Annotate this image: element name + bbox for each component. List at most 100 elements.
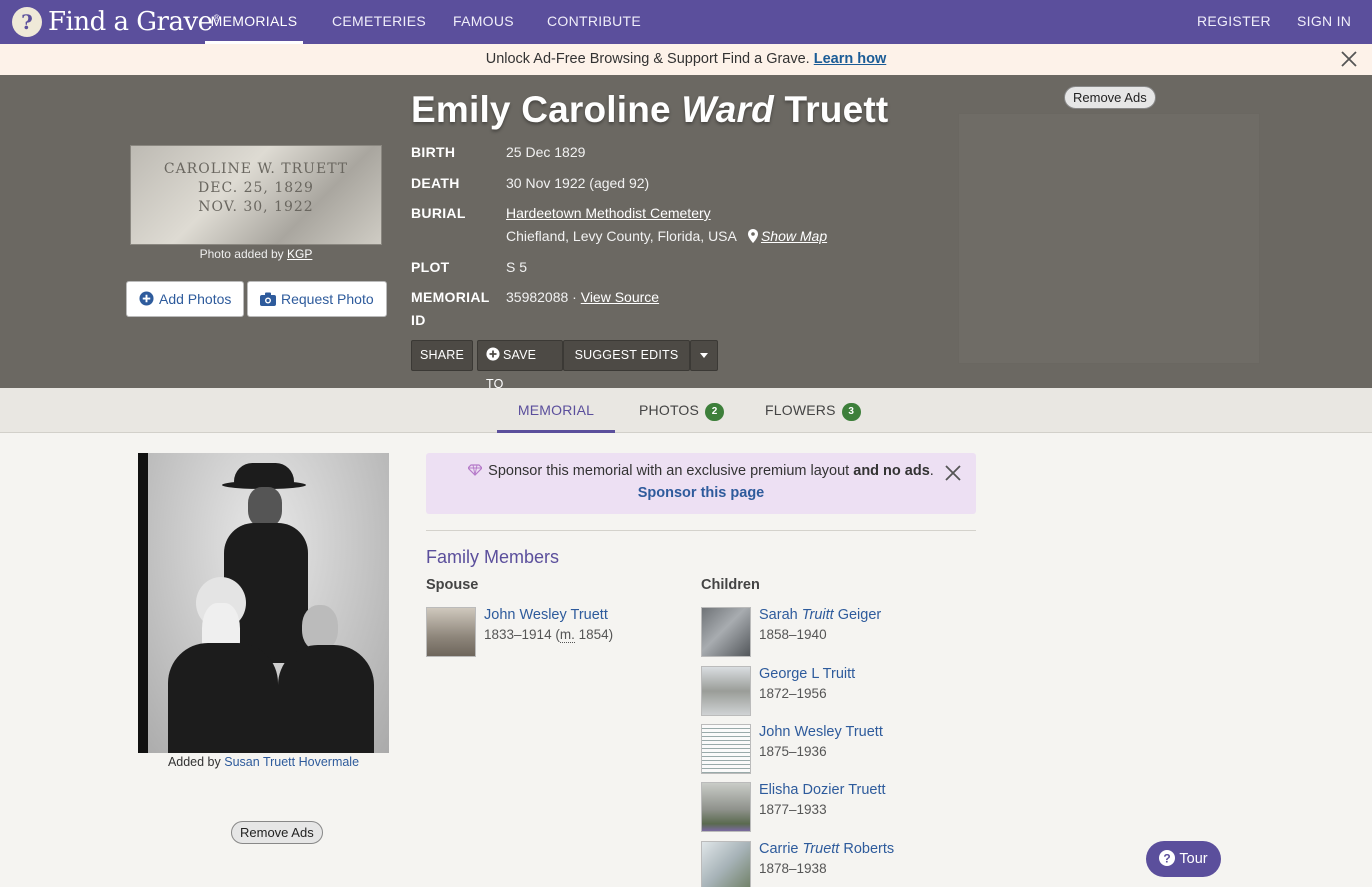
memorial-id-label: MEMORIAL <box>411 289 490 305</box>
logo-text: Find a Grave <box>48 7 213 37</box>
spouse-dates: 1833–1914 ( <box>484 627 560 642</box>
married-abbr: m. <box>559 627 575 643</box>
diamond-icon <box>467 464 484 476</box>
engraving-line: CAROLINE W. TRUETT <box>163 161 349 177</box>
children-heading: Children <box>701 577 760 593</box>
death-value: 30 Nov 1922 (aged 92) <box>506 175 650 191</box>
child-item[interactable]: Elisha Dozier Truett 1877–1933 <box>701 782 961 832</box>
added-by-label: Added by <box>167 755 221 769</box>
marriage-year: 1854) <box>574 627 614 642</box>
headstone-photo[interactable]: CAROLINE W. TRUETT DEC. 25, 1829 NOV. 30… <box>130 145 382 245</box>
section-divider <box>426 530 976 531</box>
request-photo-button[interactable]: Request Photo <box>247 281 387 317</box>
save-to-button[interactable]: SAVE TO <box>477 340 563 391</box>
engraving-line: DEC. 25, 1829 <box>198 180 314 196</box>
child-dates: 1858–1940 <box>759 627 827 642</box>
birth-value: 25 Dec 1829 <box>506 144 586 160</box>
child-name: George L Truitt <box>759 666 856 682</box>
spouse-heading: Spouse <box>426 577 479 593</box>
name-last: Truett <box>784 89 889 130</box>
tab-photos-label: PHOTOS <box>639 402 700 418</box>
tab-flowers[interactable]: FLOWERS 3 <box>765 388 861 433</box>
tab-photos[interactable]: PHOTOS 2 <box>639 388 725 433</box>
request-photo-label: Request Photo <box>281 291 374 307</box>
engraving-line: NOV. 30, 1922 <box>198 199 314 215</box>
sponsor-text: Sponsor this memorial with an exclusive … <box>488 463 850 479</box>
suggest-edits-button[interactable]: SUGGEST EDITS <box>563 340 690 371</box>
child-maiden-name: Truitt <box>801 607 834 623</box>
photos-count-badge: 2 <box>705 403 725 421</box>
sponsor-end: . <box>929 463 934 479</box>
view-source-link[interactable]: View Source <box>581 289 659 305</box>
child-item[interactable]: Sarah Truitt Geiger 1858–1940 <box>701 607 961 657</box>
remove-ads-button-bottom[interactable]: Remove Ads <box>231 821 323 844</box>
name-first: Emily Caroline <box>411 89 671 130</box>
plot-value: S 5 <box>506 259 528 275</box>
add-photos-label: Add Photos <box>159 291 232 307</box>
close-icon[interactable] <box>1340 50 1358 68</box>
caret-down-icon <box>700 353 708 358</box>
nav-cemeteries[interactable]: CEMETERIES <box>332 0 426 44</box>
birth-label: BIRTH <box>411 144 456 160</box>
burial-label: BURIAL <box>411 205 466 221</box>
top-navigation: ? Find a Grave® MEMORIALS CEMETERIES FAM… <box>0 0 1372 44</box>
child-last-name: Geiger <box>837 607 882 623</box>
question-circle-icon: ? <box>1159 850 1176 866</box>
spouse-name: John Wesley Truett <box>484 607 608 623</box>
plus-circle-icon <box>486 347 500 361</box>
spouse-item[interactable]: John Wesley Truett 1833–1914 (m. 1854) <box>426 607 686 657</box>
tour-button[interactable]: ? Tour <box>1146 841 1221 877</box>
child-thumbnail <box>701 607 751 657</box>
nav-famous[interactable]: FAMOUS <box>453 0 514 44</box>
promo-banner: Unlock Ad-Free Browsing & Support Find a… <box>0 44 1372 75</box>
child-dates: 1878–1938 <box>759 861 827 876</box>
child-item[interactable]: Carrie Truett Roberts 1878–1938 <box>701 841 961 887</box>
family-photo[interactable] <box>138 453 389 753</box>
child-dates: 1875–1936 <box>759 744 827 759</box>
sign-in-link[interactable]: SIGN IN <box>1297 0 1351 44</box>
sponsor-banner: Sponsor this memorial with an exclusive … <box>426 453 976 514</box>
tab-memorial[interactable]: MEMORIAL <box>497 388 615 433</box>
remove-ads-button[interactable]: Remove Ads <box>1064 86 1156 109</box>
more-actions-dropdown[interactable] <box>690 340 718 371</box>
child-item[interactable]: John Wesley Truett 1875–1936 <box>701 724 961 774</box>
sponsor-this-page-link[interactable]: Sponsor this page <box>426 485 976 501</box>
tour-label: Tour <box>1179 851 1208 867</box>
nav-memorials[interactable]: MEMORIALS <box>205 0 303 44</box>
sponsor-bold-text: and no ads <box>853 463 930 479</box>
photo-caption: Photo added by KGP <box>130 247 382 261</box>
spouse-thumbnail <box>426 607 476 657</box>
added-by-user-link[interactable]: Susan Truett Hovermale <box>224 755 359 769</box>
svg-text:?: ? <box>1164 852 1171 866</box>
photo-caption-label: Photo added by <box>199 247 284 261</box>
child-name: John Wesley Truett <box>759 724 883 740</box>
child-last-name: Roberts <box>843 841 895 857</box>
show-map-link[interactable]: Show Map <box>761 228 827 244</box>
ad-placeholder <box>958 113 1260 364</box>
learn-how-link[interactable]: Learn how <box>814 51 887 67</box>
register-link[interactable]: REGISTER <box>1197 0 1271 44</box>
add-photos-button[interactable]: Add Photos <box>126 281 245 317</box>
child-thumbnail <box>701 782 751 832</box>
plus-circle-icon <box>139 291 154 306</box>
share-button[interactable]: SHARE <box>411 340 474 371</box>
close-icon[interactable] <box>944 464 962 482</box>
promo-text: Unlock Ad-Free Browsing & Support Find a… <box>485 51 810 67</box>
camera-icon <box>260 292 276 306</box>
child-thumbnail <box>701 724 751 774</box>
family-members-heading: Family Members <box>426 547 560 567</box>
child-item[interactable]: George L Truitt 1872–1956 <box>701 666 961 716</box>
memorial-name: Emily Caroline Ward Truett <box>411 89 888 131</box>
child-first-name: Carrie <box>759 841 799 857</box>
photo-added-by-user[interactable]: KGP <box>287 247 312 261</box>
cemetery-link[interactable]: Hardeetown Methodist Cemetery <box>506 205 711 221</box>
child-thumbnail <box>701 841 751 887</box>
name-maiden: Ward <box>681 89 774 130</box>
child-name: Elisha Dozier Truett <box>759 782 886 798</box>
burial-location: Chiefland, Levy County, Florida, USA <box>506 228 737 244</box>
nav-contribute[interactable]: CONTRIBUTE <box>547 0 641 44</box>
memorial-id-label-2: ID <box>411 312 426 328</box>
child-dates: 1872–1956 <box>759 686 827 701</box>
find-a-grave-logo[interactable]: ? Find a Grave® <box>12 4 221 40</box>
death-label: DEATH <box>411 175 460 191</box>
